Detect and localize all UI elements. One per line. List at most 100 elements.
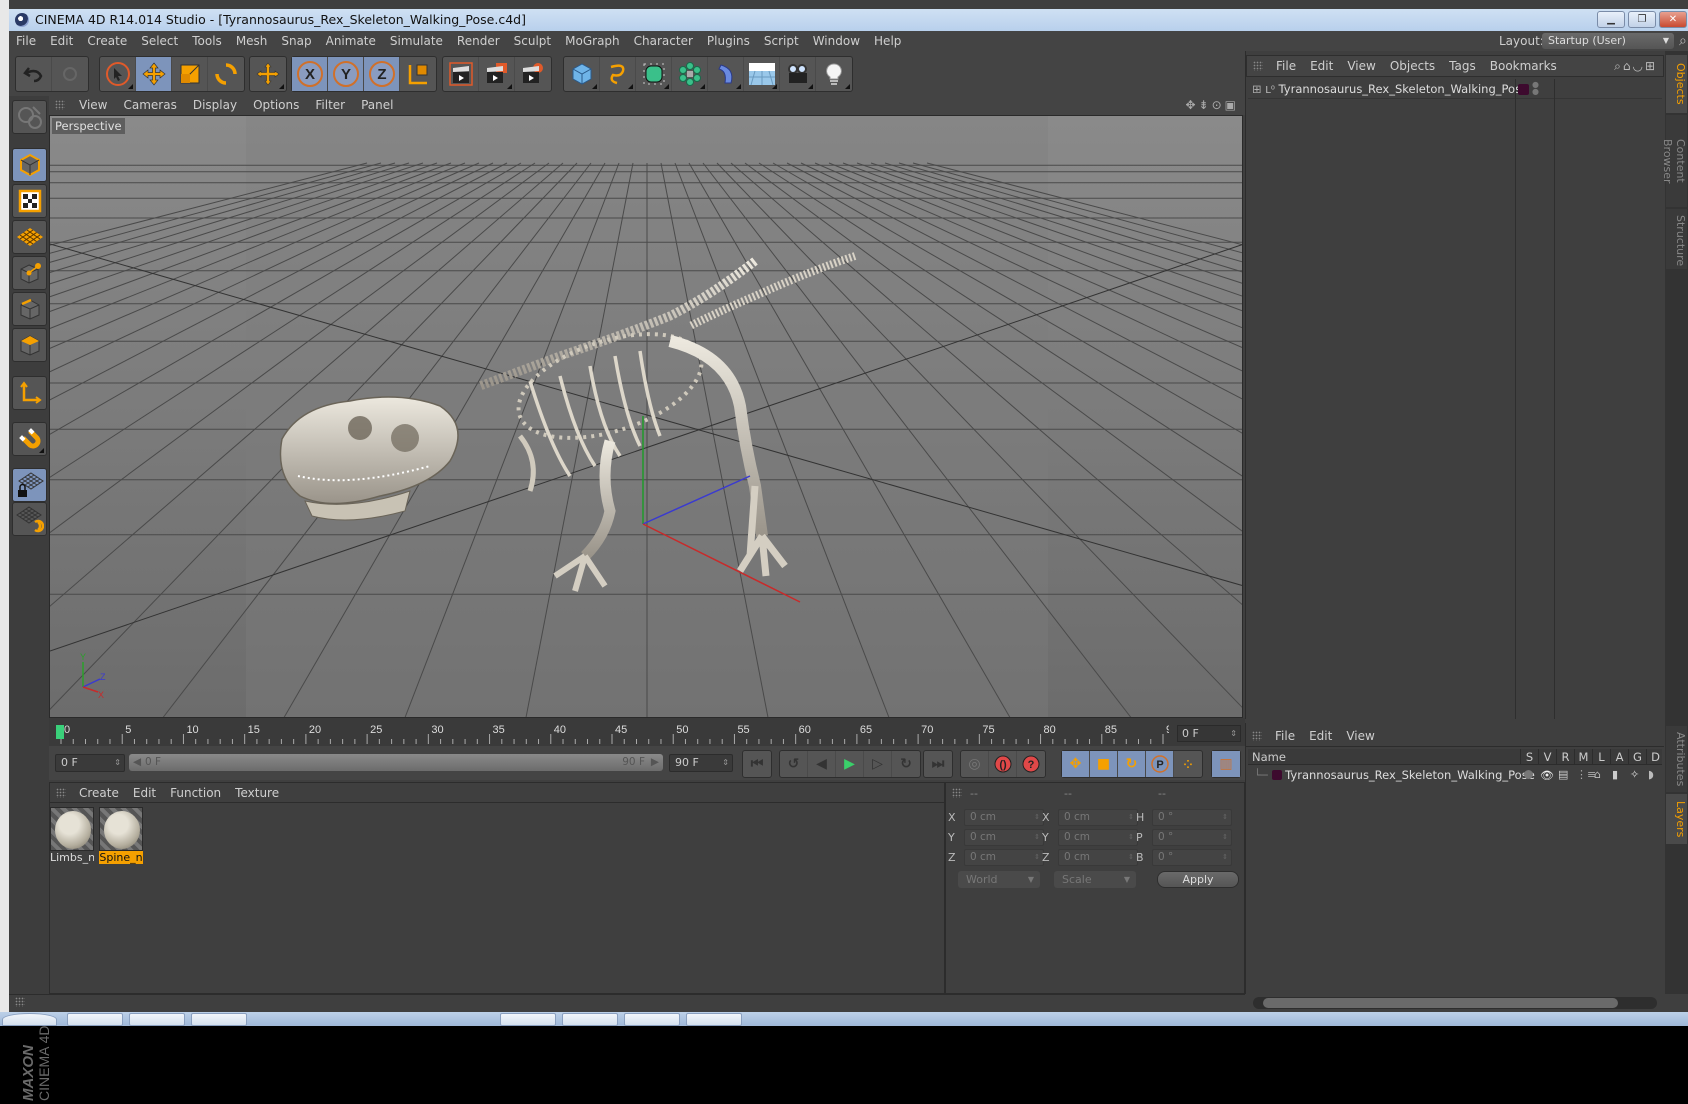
new-window-icon[interactable]: ⊞ xyxy=(1645,59,1657,73)
move-button[interactable] xyxy=(136,57,172,91)
array-button[interactable] xyxy=(672,57,708,91)
render-settings-button[interactable] xyxy=(515,57,551,91)
play-button[interactable]: ▶ xyxy=(836,751,864,777)
render-clapper-icon[interactable]: ▤ xyxy=(1558,766,1568,784)
snap-magnet-button[interactable] xyxy=(12,422,47,456)
deformer-button[interactable] xyxy=(708,57,744,91)
timeline-ruler[interactable]: 0 5 10 15 20 25 30 35 40 45 50 55 60 65 70 75 80 85 90 0 F… xyxy=(49,718,1245,746)
column-name[interactable]: Name xyxy=(1252,749,1286,765)
y-axis-button[interactable]: Y xyxy=(328,57,364,91)
next-key-button[interactable]: ↻ xyxy=(892,751,920,777)
spline-pen-button[interactable] xyxy=(600,57,636,91)
start-button[interactable] xyxy=(2,1013,57,1026)
go-to-end-button[interactable]: ⏭ xyxy=(924,751,952,777)
transform-mode-dropdown[interactable]: Scale ▼ xyxy=(1054,871,1136,888)
taskbar-app[interactable] xyxy=(67,1013,123,1026)
orbit-icon[interactable]: ⊙ xyxy=(1212,98,1225,112)
solo-toggle-icon[interactable] xyxy=(1524,770,1533,779)
spinner-icon[interactable]: ⇕ xyxy=(1034,830,1040,845)
menu-simulate[interactable]: Simulate xyxy=(383,31,450,51)
subdivision-surface-button[interactable] xyxy=(636,57,672,91)
range-right-arrow-icon[interactable]: ▶ xyxy=(651,754,659,771)
coord-value-field[interactable]: 0 cm ⇕ xyxy=(964,809,1044,826)
scrollbar-thumb[interactable] xyxy=(1263,998,1618,1008)
make-editable-button[interactable] xyxy=(12,100,47,134)
column-generators[interactable]: G xyxy=(1628,749,1646,765)
taskbar-app[interactable] xyxy=(624,1013,680,1026)
taskbar-app[interactable] xyxy=(500,1013,556,1026)
timeline-button[interactable]: ▥ xyxy=(1212,751,1240,777)
taskbar-app[interactable] xyxy=(686,1013,742,1026)
dolly-icon[interactable]: ⇟ xyxy=(1199,98,1212,112)
menu-mesh[interactable]: Mesh xyxy=(229,31,275,51)
spinner-icon[interactable]: ⇕ xyxy=(722,755,729,771)
cube-button[interactable] xyxy=(564,57,600,91)
current-frame-field[interactable]: 0 F ⇕ xyxy=(1177,725,1241,742)
apply-button[interactable]: Apply xyxy=(1157,871,1239,888)
column-animation[interactable]: A xyxy=(1610,749,1628,765)
live-selection-button[interactable] xyxy=(100,57,136,91)
camera-button[interactable] xyxy=(780,57,816,91)
layers-menu-file[interactable]: File xyxy=(1268,725,1302,747)
objects-menu-objects[interactable]: Objects xyxy=(1383,56,1442,76)
light-button[interactable] xyxy=(816,57,852,91)
menu-mograph[interactable]: MoGraph xyxy=(558,31,627,51)
spinner-icon[interactable]: ⇕ xyxy=(114,755,121,771)
visibility-dots-icon[interactable]: ● ● xyxy=(1532,81,1539,96)
home-icon[interactable]: ⌂ xyxy=(1623,59,1633,73)
coordinate-system-dropdown[interactable]: World ▼ xyxy=(958,871,1040,888)
menu-script[interactable]: Script xyxy=(757,31,806,51)
menu-character[interactable]: Character xyxy=(627,31,700,51)
menu-help[interactable]: Help xyxy=(867,31,908,51)
column-manager[interactable]: M xyxy=(1574,749,1592,765)
rotate-button[interactable] xyxy=(208,57,244,91)
viewport-menu-display[interactable]: Display xyxy=(185,96,245,115)
viewport-menu-cameras[interactable]: Cameras xyxy=(115,96,184,115)
viewport-menu-filter[interactable]: Filter xyxy=(307,96,353,115)
spinner-icon[interactable]: ⇕ xyxy=(1222,830,1228,845)
horizontal-scrollbar[interactable] xyxy=(1253,997,1657,1009)
record-active-objects-button[interactable]: () xyxy=(989,751,1017,777)
menu-snap[interactable]: Snap xyxy=(274,31,318,51)
coord-value-field[interactable]: 0 cm ⇕ xyxy=(964,849,1044,866)
edges-mode-button[interactable] xyxy=(12,292,47,326)
material-menu-texture[interactable]: Texture xyxy=(228,783,286,803)
pan-icon[interactable]: ✥ xyxy=(1185,98,1198,112)
layer-color-swatch[interactable] xyxy=(1518,84,1529,95)
panel-grip-icon[interactable] xyxy=(15,997,25,1007)
menu-file[interactable]: File xyxy=(9,31,43,51)
panel-grip-icon[interactable] xyxy=(55,100,65,110)
undo-button[interactable] xyxy=(16,57,52,91)
menu-sculpt[interactable]: Sculpt xyxy=(507,31,558,51)
autokeying-button[interactable]: ? xyxy=(1017,751,1045,777)
key-rotation-button[interactable]: ↻ xyxy=(1118,751,1146,777)
floor-button[interactable] xyxy=(744,57,780,91)
scale-button[interactable] xyxy=(172,57,208,91)
eye-icon[interactable]: ◡ xyxy=(1632,59,1644,73)
menu-window[interactable]: Window xyxy=(806,31,867,51)
key-pla-button[interactable]: ⁘ xyxy=(1174,751,1202,777)
maximize-view-icon[interactable]: ▣ xyxy=(1225,98,1239,112)
next-frame-button[interactable]: ▷ xyxy=(864,751,892,777)
range-left-arrow-icon[interactable]: ◀ xyxy=(133,754,141,771)
tab-content-browser[interactable]: Content Browser xyxy=(1661,115,1687,207)
panel-grip-icon[interactable] xyxy=(1253,61,1263,71)
column-render[interactable]: R xyxy=(1556,749,1574,765)
redo-button[interactable] xyxy=(52,57,88,91)
column-locked[interactable]: L xyxy=(1592,749,1610,765)
tab-structure[interactable]: Structure xyxy=(1666,209,1687,269)
tab-layers[interactable]: Layers xyxy=(1666,794,1687,844)
viewport-menu-panel[interactable]: Panel xyxy=(353,96,401,115)
workplane-mode-button[interactable] xyxy=(12,220,47,254)
panel-grip-icon[interactable] xyxy=(1252,731,1262,741)
spinner-icon[interactable]: ⇕ xyxy=(1128,850,1134,865)
axis-mode-button[interactable] xyxy=(12,376,47,410)
column-deformers[interactable]: D xyxy=(1646,749,1664,765)
minimize-button[interactable]: ▁ xyxy=(1597,11,1625,28)
generator-icon[interactable]: ✧ xyxy=(1630,766,1639,784)
panel-grip-icon[interactable] xyxy=(56,788,66,798)
menu-render[interactable]: Render xyxy=(450,31,507,51)
material-menu-edit[interactable]: Edit xyxy=(126,783,163,803)
object-row[interactable]: ⊞ L⁰ Tyrannosaurus_Rex_Skeleton_Walking_… xyxy=(1248,79,1662,99)
spinner-icon[interactable]: ⇕ xyxy=(1128,830,1134,845)
